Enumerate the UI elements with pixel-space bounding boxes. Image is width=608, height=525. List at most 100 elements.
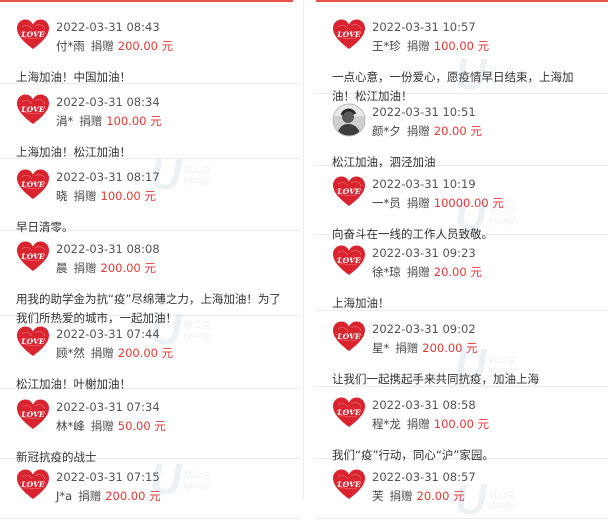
donor-line: 颜*夕 捐赠 20.00 元 <box>372 123 482 139</box>
donation-entry-2[interactable]: 2022-03-31 10:51 颜*夕 捐赠 20.00 元 松江加油，泗泾加油 <box>316 93 608 169</box>
donate-verb: 捐赠 <box>90 419 114 433</box>
donation-time: 2022-03-31 08:34 <box>56 95 160 109</box>
donor-line: 王*珍 捐赠 100.00 元 <box>372 38 489 54</box>
love-heart-icon: LOVE <box>332 18 366 52</box>
svg-text:LOVE: LOVE <box>336 332 360 341</box>
donate-verb: 捐赠 <box>78 489 102 503</box>
svg-text:LOVE: LOVE <box>336 256 360 265</box>
donation-amount: 200.00 元 <box>422 341 478 355</box>
donation-time: 2022-03-31 07:44 <box>56 327 160 341</box>
donation-entry-4[interactable]: LOVE 2022-03-31 08:08 晨捐赠 200.00 元 用我的助学金… <box>0 230 300 325</box>
donor-line: 一*员 捐赠 10000.00 元 <box>372 195 504 211</box>
donor-name: 晓 <box>56 189 68 203</box>
donor-line: 芙捐赠 20.00 元 <box>372 488 465 504</box>
donation-entry-1[interactable]: LOVE 2022-03-31 08:43 付*雨 捐赠 200.00 元 上海加油… <box>0 8 300 84</box>
donor-name: 涓* <box>56 114 74 128</box>
donation-entry-6[interactable]: LOVE 2022-03-31 08:58 程*龙 捐赠 100.00 元 我们“疫… <box>316 386 608 462</box>
donor-line: 星* 捐赠 200.00 元 <box>372 340 478 356</box>
donation-entry-5[interactable]: LOVE 2022-03-31 07:44 顾*然 捐赠 200.00 元 松江加油… <box>0 315 300 391</box>
donor-name: 程*龙 <box>372 417 401 431</box>
donor-name: 王*珍 <box>372 39 401 53</box>
donor-name: 颜*夕 <box>372 124 401 138</box>
svg-text:LOVE: LOVE <box>336 187 360 196</box>
love-heart-icon: LOVE <box>332 244 366 278</box>
donation-time: 2022-03-31 08:17 <box>56 170 160 184</box>
love-heart-icon: LOVE <box>332 468 366 502</box>
svg-text:LOVE: LOVE <box>336 30 360 39</box>
svg-text:LOVE: LOVE <box>20 410 44 419</box>
love-heart-icon: LOVE <box>332 320 366 354</box>
love-heart-icon: LOVE <box>16 240 50 274</box>
donation-amount: 100.00 元 <box>100 189 156 203</box>
love-heart-icon: LOVE <box>16 93 50 127</box>
donation-entry-4[interactable]: LOVE 2022-03-31 09:23 徐*琼 捐赠 20.00 元 上海加油！ <box>316 234 608 311</box>
svg-text:LOVE: LOVE <box>336 408 360 417</box>
donation-time: 2022-03-31 09:02 <box>372 322 476 336</box>
donor-line: J*a 捐赠 200.00 元 <box>56 488 161 504</box>
donate-verb: 捐赠 <box>406 124 430 138</box>
donor-line: 林*峰 捐赠 50.00 元 <box>56 418 166 434</box>
donation-time: 2022-03-31 08:43 <box>56 20 160 34</box>
donation-amount: 200.00 元 <box>100 261 156 275</box>
donor-name: 一*员 <box>372 196 401 210</box>
donation-entry-1[interactable]: LOVE 2022-03-31 10:57 王*珍 捐赠 100.00 元 一点心意… <box>316 8 608 103</box>
donation-entry-7[interactable]: LOVE 2022-03-31 08:57 芙捐赠 20.00 元 <box>316 458 608 519</box>
love-heart-icon: LOVE <box>16 398 50 432</box>
photo-avatar-icon <box>332 103 366 137</box>
donation-amount: 200.00 元 <box>117 39 174 53</box>
donor-line: 晨捐赠 200.00 元 <box>56 260 156 276</box>
donate-verb: 捐赠 <box>73 261 97 275</box>
svg-text:LOVE: LOVE <box>20 30 44 39</box>
right-top-accent-line <box>316 0 608 2</box>
donation-time: 2022-03-31 10:57 <box>372 20 476 34</box>
donation-time: 2022-03-31 08:08 <box>56 242 160 256</box>
donation-entry-6[interactable]: LOVE 2022-03-31 07:34 林*峰 捐赠 50.00 元 新冠抗疫的… <box>0 388 300 464</box>
donor-name: 付*雨 <box>56 39 85 53</box>
donate-verb: 捐赠 <box>406 265 430 279</box>
donation-amount: 100.00 元 <box>106 114 162 128</box>
donor-line: 程*龙 捐赠 100.00 元 <box>372 416 489 432</box>
donation-time: 2022-03-31 10:19 <box>372 177 476 191</box>
donor-name: 芙 <box>372 489 384 503</box>
svg-text:LOVE: LOVE <box>20 337 44 346</box>
donor-name: 林*峰 <box>56 419 85 433</box>
donor-line: 付*雨 捐赠 200.00 元 <box>56 38 173 54</box>
donation-amount: 100.00 元 <box>433 417 490 431</box>
love-heart-icon: LOVE <box>332 396 366 430</box>
donate-verb: 捐赠 <box>90 39 114 53</box>
donation-time: 2022-03-31 07:15 <box>56 470 160 484</box>
donation-amount: 200.00 元 <box>117 346 174 360</box>
donor-line: 顾*然 捐赠 200.00 元 <box>56 345 173 361</box>
donate-verb: 捐赠 <box>73 189 97 203</box>
donor-name: 星* <box>372 341 390 355</box>
donation-entry-3[interactable]: LOVE 2022-03-31 08:17 晓捐赠 100.00 元 早日清零。 <box>0 158 300 234</box>
donation-amount: 20.00 元 <box>433 265 482 279</box>
love-heart-icon: LOVE <box>332 175 366 209</box>
donation-entry-5[interactable]: LOVE 2022-03-31 09:02 星* 捐赠 200.00 元 让我们一起… <box>316 310 608 387</box>
donate-verb: 捐赠 <box>406 417 430 431</box>
donor-line: 晓捐赠 100.00 元 <box>56 188 156 204</box>
love-heart-icon: LOVE <box>16 18 50 52</box>
donation-entry-2[interactable]: LOVE 2022-03-31 08:34 涓* 捐赠 100.00 元 上海加油！… <box>0 83 300 159</box>
donor-line: 徐*琼 捐赠 20.00 元 <box>372 264 482 280</box>
donation-time: 2022-03-31 07:34 <box>56 400 160 414</box>
donate-verb: 捐赠 <box>406 39 430 53</box>
donation-entry-7[interactable]: LOVE 2022-03-31 07:15 J*a 捐赠 200.00 元 <box>0 458 300 519</box>
donate-verb: 捐赠 <box>395 341 419 355</box>
svg-text:LOVE: LOVE <box>20 252 44 261</box>
donation-amount: 100.00 元 <box>433 39 490 53</box>
donor-name: 徐*琼 <box>372 265 401 279</box>
donate-verb: 捐赠 <box>90 346 114 360</box>
donation-time: 2022-03-31 08:57 <box>372 470 476 484</box>
donation-amount: 20.00 元 <box>433 124 482 138</box>
donation-time: 2022-03-31 10:51 <box>372 105 476 119</box>
svg-text:LOVE: LOVE <box>20 180 44 189</box>
svg-text:LOVE: LOVE <box>20 480 44 489</box>
donation-entry-3[interactable]: LOVE 2022-03-31 10:19 一*员 捐赠 10000.00 元 向奋… <box>316 165 608 241</box>
donate-verb: 捐赠 <box>389 489 413 503</box>
donation-amount: 10000.00 元 <box>433 196 504 210</box>
love-heart-icon: LOVE <box>16 325 50 359</box>
left-top-accent-line <box>0 0 293 2</box>
donate-verb: 捐赠 <box>79 114 103 128</box>
donation-amount: 50.00 元 <box>117 419 166 433</box>
